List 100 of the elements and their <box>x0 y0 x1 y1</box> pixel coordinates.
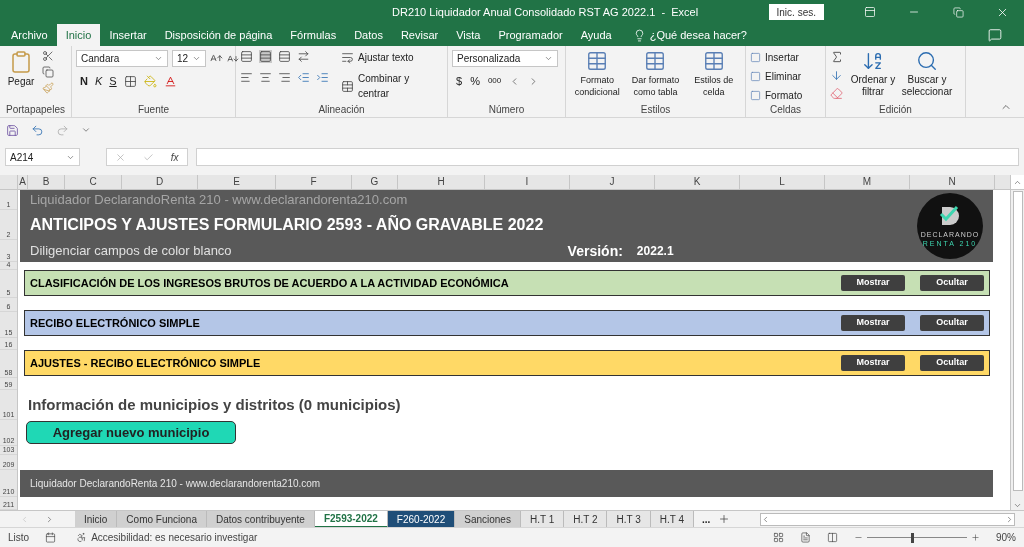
ribbon-display-icon[interactable] <box>864 6 876 18</box>
restore-icon[interactable] <box>952 6 964 18</box>
search-icon[interactable] <box>916 50 938 72</box>
wrap-text-icon[interactable] <box>341 51 354 64</box>
column-header[interactable]: C <box>65 175 122 189</box>
ribbon-button[interactable]: Dar formato como tabla <box>628 74 683 98</box>
align-top-icon[interactable] <box>240 50 253 63</box>
align-right-icon[interactable] <box>278 71 291 84</box>
scroll-down-icon[interactable] <box>1013 501 1022 510</box>
font-size-field[interactable]: 12 <box>172 50 206 67</box>
more-sheets-button[interactable]: ... <box>694 511 719 527</box>
column-header[interactable]: J <box>570 175 655 189</box>
page-break-icon[interactable] <box>827 532 838 543</box>
column-header[interactable]: E <box>198 175 276 189</box>
format-painter-icon[interactable] <box>42 82 54 94</box>
column-header[interactable]: F <box>276 175 352 189</box>
wrap-text-button[interactable]: Ajustar texto <box>358 50 414 65</box>
ribbon-button[interactable]: Ordenar y filtrar <box>848 74 898 98</box>
ribbon-tab[interactable]: Programador <box>489 24 572 46</box>
column-header[interactable]: I <box>485 175 570 189</box>
ribbon-tab[interactable]: Archivo <box>2 24 57 46</box>
zoom-thumb[interactable] <box>910 532 914 543</box>
sheet-tab[interactable]: Datos contribuyente <box>206 510 315 528</box>
ribbon-tab[interactable]: Vista <box>447 24 490 46</box>
column-header[interactable]: A <box>18 175 28 189</box>
tell-me-field[interactable]: ¿Qué desea hacer? <box>649 26 747 44</box>
currency-button[interactable]: $ <box>456 73 463 90</box>
sheet-tab[interactable]: H.T 4 <box>650 510 695 528</box>
next-sheet-icon[interactable] <box>45 514 54 524</box>
show-button[interactable]: Mostrar <box>841 315 905 331</box>
ribbon-button[interactable]: Formato <box>765 88 803 103</box>
hide-button[interactable]: Ocultar <box>920 355 984 371</box>
ribbon-tab[interactable]: Disposición de página <box>155 24 282 46</box>
font-color-icon[interactable] <box>163 74 177 88</box>
decrease-font-icon[interactable] <box>227 52 239 65</box>
sheet-tab[interactable]: H.T 3 <box>607 510 651 528</box>
sheet-tab[interactable]: F260-2022 <box>387 510 456 528</box>
accessibility-status[interactable]: Accesibilidad: es necesario investigar <box>91 530 258 545</box>
sheet-tab[interactable]: H.T 1 <box>520 510 565 528</box>
align-left-icon[interactable] <box>240 71 253 84</box>
sheet-tab[interactable]: H.T 2 <box>564 510 608 528</box>
save-icon[interactable] <box>6 123 19 137</box>
column-header[interactable]: M <box>825 175 910 189</box>
fill-color-icon[interactable] <box>143 74 157 88</box>
cell-styles-icon[interactable] <box>702 50 725 72</box>
orientation-icon[interactable] <box>297 50 310 63</box>
vertical-scrollbar[interactable] <box>1010 190 1024 510</box>
ribbon-tab[interactable]: Revisar <box>391 24 448 46</box>
show-button[interactable]: Mostrar <box>841 275 905 291</box>
sheet-tab[interactable]: Como Funciona <box>117 510 207 528</box>
sort-icon[interactable] <box>862 50 884 72</box>
ribbon-tab[interactable]: Datos <box>345 24 392 46</box>
ribbon-button[interactable]: Insertar <box>765 50 799 65</box>
decrease-indent-icon[interactable] <box>297 71 310 84</box>
new-sheet-icon[interactable] <box>718 513 731 525</box>
paste-button[interactable]: Pegar <box>7 74 35 89</box>
conditional-format-icon[interactable] <box>586 50 609 72</box>
clear-icon[interactable] <box>830 87 843 100</box>
zoom-slider[interactable] <box>867 532 967 543</box>
column-header[interactable]: H <box>398 175 485 189</box>
normal-view-icon[interactable] <box>773 532 784 543</box>
sheet-tab[interactable]: Sanciones <box>455 510 521 528</box>
ribbon-button[interactable]: Buscar y seleccionar <box>901 74 953 98</box>
column-header[interactable]: K <box>655 175 740 189</box>
sheet-tab[interactable]: Inicio <box>75 510 118 528</box>
ribbon-tab[interactable]: Inicio <box>56 24 101 46</box>
merge-center-button[interactable]: Combinar y centrar <box>358 71 443 101</box>
align-bottom-icon[interactable] <box>278 50 291 63</box>
percent-button[interactable]: % <box>470 73 480 90</box>
number-format-field[interactable]: Personalizada <box>452 50 558 67</box>
align-middle-icon[interactable] <box>259 50 272 63</box>
table-format-icon[interactable] <box>644 50 667 72</box>
formula-field[interactable] <box>196 148 1019 166</box>
page-layout-icon[interactable] <box>800 532 811 543</box>
autosum-icon[interactable] <box>830 50 844 64</box>
column-header[interactable]: B <box>28 175 65 189</box>
align-center-icon[interactable] <box>259 71 272 84</box>
underline-button[interactable]: S <box>109 73 117 90</box>
show-button[interactable]: Mostrar <box>841 355 905 371</box>
customize-icon[interactable] <box>81 125 91 135</box>
ribbon-button[interactable]: Estilos de celda <box>686 74 741 98</box>
column-header[interactable]: G <box>352 175 398 189</box>
accessibility-icon[interactable] <box>76 532 88 543</box>
name-box[interactable]: A214 <box>5 148 80 166</box>
borders-icon[interactable] <box>123 74 137 88</box>
increase-indent-icon[interactable] <box>316 71 329 84</box>
undo-icon[interactable] <box>31 123 44 137</box>
zoom-level[interactable]: 90% <box>996 530 1016 545</box>
cut-icon[interactable] <box>42 50 54 62</box>
hide-button[interactable]: Ocultar <box>920 275 984 291</box>
fill-icon[interactable] <box>830 69 843 82</box>
column-header[interactable]: D <box>122 175 198 189</box>
bold-button[interactable]: N <box>80 73 88 90</box>
hide-button[interactable]: Ocultar <box>920 315 984 331</box>
comments-icon[interactable] <box>988 28 1002 42</box>
sign-in-button[interactable]: Inic. ses. <box>768 4 824 20</box>
zoom-in-icon[interactable] <box>971 533 980 542</box>
insert-function-button[interactable]: fx <box>170 149 179 165</box>
horizontal-scrollbar[interactable] <box>760 512 1016 526</box>
thousands-button[interactable]: 000 <box>487 75 502 88</box>
